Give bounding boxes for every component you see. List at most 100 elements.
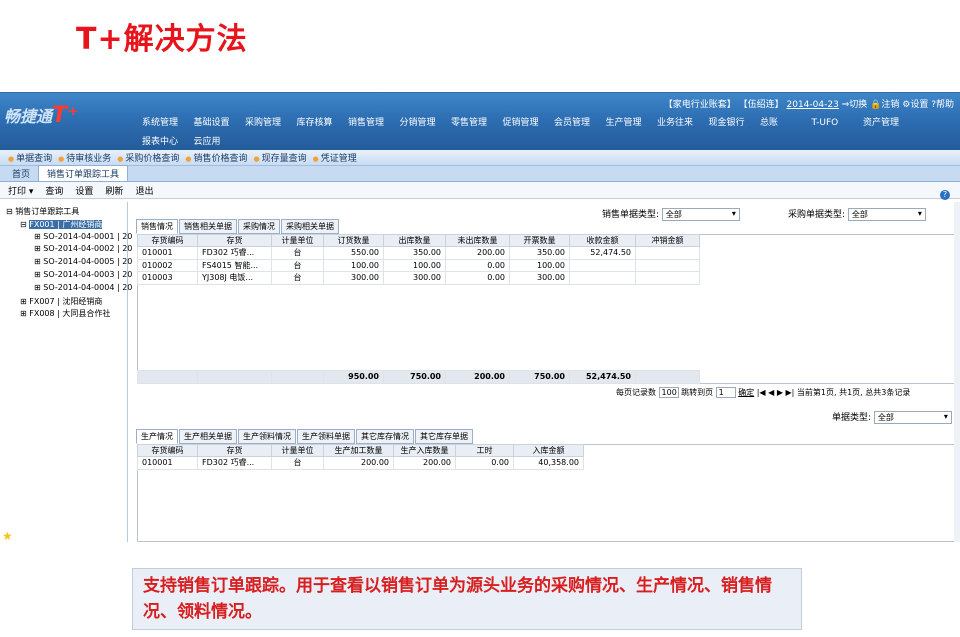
help-button[interactable]: 帮助 [936, 100, 954, 110]
table-cell: 350.00 [383, 246, 446, 260]
print-button[interactable]: 打印 ▾ [8, 184, 33, 197]
column-header[interactable]: 工时 [455, 444, 514, 457]
switch-button[interactable]: 切换 [849, 100, 867, 110]
tab-purchase-docs[interactable]: 采购相关单据 [281, 219, 339, 234]
per-page-input[interactable]: 100 [658, 387, 679, 398]
tree-node-fx001[interactable]: ⊟ FX001 | 广州经销商 [6, 219, 127, 232]
logout-button[interactable]: 注销 [881, 100, 899, 110]
column-header[interactable]: 订货数量 [323, 234, 384, 247]
nav-item[interactable]: 分销管理 [400, 116, 452, 135]
table-row[interactable]: 010002 FS4015 智能... 台 100.00 100.00 0.00 100.0… [137, 258, 700, 273]
query-button[interactable]: 查询 [45, 184, 63, 197]
column-header[interactable]: 存货编码 [137, 444, 198, 457]
nav-item[interactable]: 零售管理 [451, 116, 503, 135]
column-header[interactable]: 存货 [197, 234, 272, 247]
production-type-select[interactable]: 全部 [873, 411, 952, 424]
nav-item[interactable]: 采购管理 [245, 116, 297, 135]
tree-node-fx008[interactable]: ⊞ FX008 | 大同县合作社 [6, 308, 127, 321]
sales-totals: 950.00 750.00 200.00 750.00 52,474.50 [137, 370, 700, 384]
column-header[interactable]: 出库数量 [383, 234, 446, 247]
table-cell: 200.00 [393, 456, 456, 470]
settings-tool-button[interactable]: 设置 [75, 184, 93, 197]
column-header[interactable]: 生产加工数量 [323, 444, 394, 457]
table-cell: 0.00 [455, 456, 514, 470]
settings-button[interactable]: 设置 [910, 100, 928, 110]
tab-other-stock-docs[interactable]: 其它库存单据 [415, 429, 473, 444]
column-header[interactable]: 开票数量 [509, 234, 570, 247]
vertical-scrollbar[interactable] [954, 202, 960, 542]
user-label: 【伍绍连】 [738, 100, 784, 110]
nav-item[interactable]: 生产管理 [606, 116, 658, 135]
nav-item[interactable]: 云应用 [194, 135, 246, 154]
nav-item[interactable]: 系统管理 [142, 116, 194, 135]
tab-sales-docs[interactable]: 销售相关单据 [179, 219, 237, 234]
help-circle-icon[interactable]: ? [940, 190, 950, 200]
quick-link[interactable]: 单据查询 [8, 151, 52, 164]
tree-node-order[interactable]: ⊞ SO-2014-04-0004 | 20 [6, 283, 132, 296]
tab-other-stock-status[interactable]: 其它库存情况 [356, 429, 414, 444]
confirm-button[interactable]: 确定 [738, 388, 754, 397]
slide-title: T+解决方法 [76, 22, 248, 57]
tab-purchase-status[interactable]: 采购情况 [238, 219, 280, 234]
column-header[interactable]: 收款金额 [569, 234, 636, 247]
tree-node-order[interactable]: ⊞ SO-2014-04-0003 | 20 [6, 270, 132, 283]
user-info: 【家电行业账套】 【伍绍连】 2014-04-23 ⇒切换 🔒注销 ⚙设置 ?帮… [664, 97, 954, 110]
tab-production-status[interactable]: 生产情况 [136, 429, 178, 444]
column-header[interactable]: 生产入库数量 [393, 444, 456, 457]
nav-item[interactable]: 库存核算 [297, 116, 349, 135]
total-cell [271, 370, 324, 384]
table-cell: 100.00 [509, 258, 570, 273]
table-cell [635, 246, 700, 260]
nav-item[interactable]: 基础设置 [194, 116, 246, 135]
table-cell [635, 271, 700, 285]
nav-item[interactable]: 资产管理 [863, 116, 915, 135]
logo: 畅捷通T⁺ [4, 103, 79, 128]
column-header[interactable]: 计量单位 [271, 444, 324, 457]
jump-page-input[interactable]: 1 [715, 387, 736, 398]
table-row[interactable]: 010001 FD302 巧睿... 台 200.00 200.00 0.00 40,358… [137, 456, 584, 470]
date-link[interactable]: 2014-04-23 [787, 100, 839, 110]
nav-item[interactable]: 现金银行 [709, 116, 761, 135]
table-cell: FS4015 智能... [197, 258, 272, 273]
nav-item[interactable]: 业务往来 [657, 116, 709, 135]
tree-node-order[interactable]: ⊞ SO-2014-04-0005 | 20 [6, 257, 132, 270]
purchase-type-select[interactable]: 全部 [847, 208, 926, 221]
sales-type-select[interactable]: 全部 [661, 208, 740, 221]
production-type-filter: 单据类型: 全部 [832, 410, 952, 424]
tab-order-tracking[interactable]: 销售订单跟踪工具 [38, 165, 129, 181]
table-cell [635, 258, 700, 273]
nav-item[interactable]: 销售管理 [348, 116, 400, 135]
quick-link[interactable]: 待审核业务 [58, 151, 111, 164]
tab-home[interactable]: 首页 [4, 166, 38, 181]
column-header[interactable]: 冲销金额 [635, 234, 700, 247]
nav-item[interactable]: 促销管理 [503, 116, 555, 135]
tab-material-docs[interactable]: 生产领料单据 [297, 429, 355, 444]
nav-item[interactable]: 会员管理 [554, 116, 606, 135]
exit-button[interactable]: 退出 [135, 184, 153, 197]
tree-node-order[interactable]: ⊞ SO-2014-04-0002 | 20 [6, 244, 132, 257]
main-panel: 销售单据类型: 全部 采购单据类型: 全部 销售情况 销售相关单据 采购情况 采… [132, 202, 960, 542]
column-header[interactable]: 存货编码 [137, 234, 198, 247]
table-row[interactable]: 010003 YJ308J 电饭... 台 300.00 300.00 0.00 300.0… [137, 271, 700, 285]
tab-sales-status[interactable]: 销售情况 [136, 219, 178, 234]
column-header[interactable]: 入库金额 [513, 444, 584, 457]
table-cell: YJ308J 电饭... [197, 271, 272, 285]
tab-bar: 首页 销售订单跟踪工具 [0, 165, 960, 182]
nav-item[interactable]: T-UFO [812, 116, 864, 135]
tree-node-order[interactable]: ⊞ SO-2014-04-0001 | 20 [6, 232, 132, 245]
tree-node-fx007[interactable]: ⊞ FX007 | 沈阳经销商 [6, 296, 127, 309]
nav-item[interactable]: 总账 [760, 116, 812, 135]
table-row[interactable]: 010001 FD302 巧睿... 台 550.00 350.00 200.00 350.… [137, 246, 700, 260]
column-header[interactable]: 计量单位 [271, 234, 324, 247]
tree-root[interactable]: ⊟ 销售订单跟踪工具 [6, 206, 127, 219]
table-cell: 台 [271, 258, 324, 273]
table-cell: 0.00 [445, 258, 510, 273]
page-nav-icons[interactable]: |◀ ◀ ▶ ▶| [757, 388, 795, 397]
column-header[interactable]: 存货 [197, 444, 272, 457]
refresh-button[interactable]: 刷新 [105, 184, 123, 197]
tab-production-docs[interactable]: 生产相关单据 [179, 429, 237, 444]
production-grid: 存货编码 存货 计量单位 生产加工数量 生产入库数量 工时 入库金额 010001 FD302… [137, 444, 584, 470]
tab-material-status[interactable]: 生产领料情况 [238, 429, 296, 444]
column-header[interactable]: 未出库数量 [445, 234, 510, 247]
nav-item[interactable]: 报表中心 [142, 135, 194, 154]
